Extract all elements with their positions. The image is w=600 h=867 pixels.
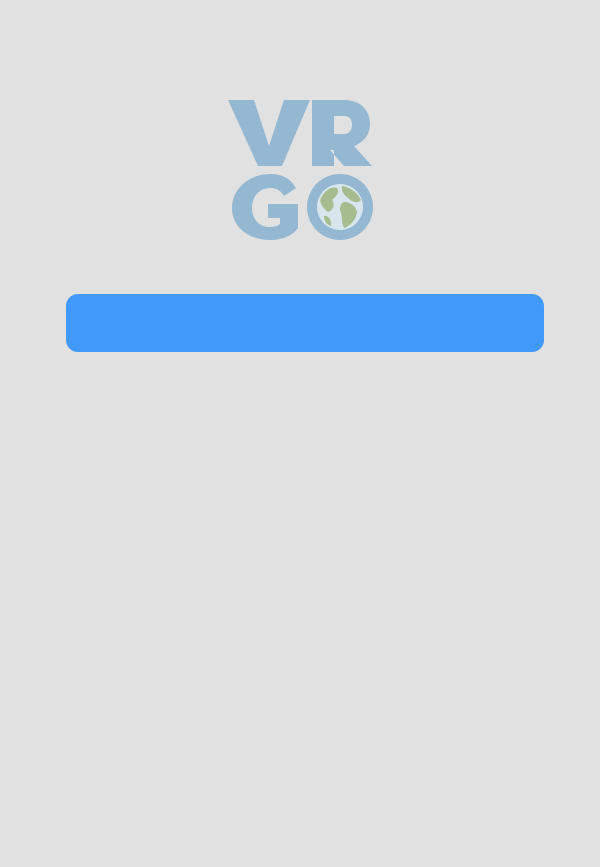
globe-icon — [307, 174, 373, 240]
logo-letter-r — [312, 100, 372, 166]
logo-letter-v — [228, 100, 310, 166]
vrgo-logo — [224, 96, 380, 244]
vrgo-logo-graphic — [228, 100, 373, 240]
primary-action-button[interactable] — [66, 294, 544, 352]
logo-letter-g — [232, 174, 298, 240]
